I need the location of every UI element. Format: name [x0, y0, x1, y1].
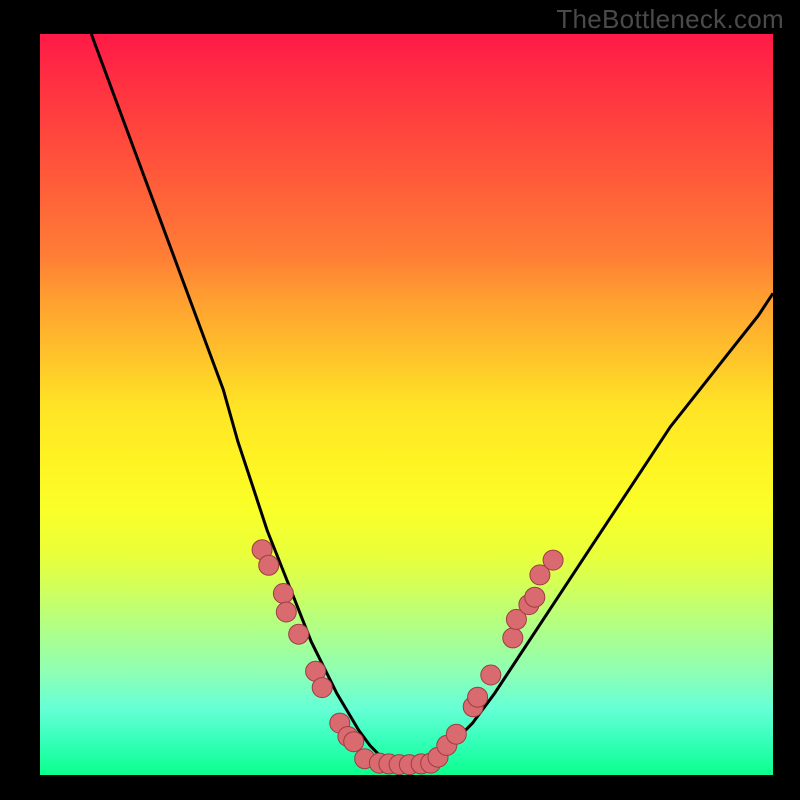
curve-marker: [276, 602, 296, 622]
curve-marker: [543, 550, 563, 570]
curve-marker: [503, 628, 523, 648]
curve-marker: [289, 624, 309, 644]
curve-marker: [525, 587, 545, 607]
curve-marker: [312, 678, 332, 698]
curve-marker: [344, 732, 364, 752]
curve-markers: [252, 540, 563, 775]
curve-marker: [259, 555, 279, 575]
plot-area: [40, 34, 773, 775]
curve-marker: [273, 584, 293, 604]
curve-marker: [446, 724, 466, 744]
bottleneck-curve: [91, 34, 773, 765]
curve-marker: [468, 687, 488, 707]
curve-marker: [481, 665, 501, 685]
chart-frame: TheBottleneck.com: [0, 0, 800, 800]
curve-svg: [40, 34, 773, 775]
watermark-text: TheBottleneck.com: [556, 4, 784, 35]
